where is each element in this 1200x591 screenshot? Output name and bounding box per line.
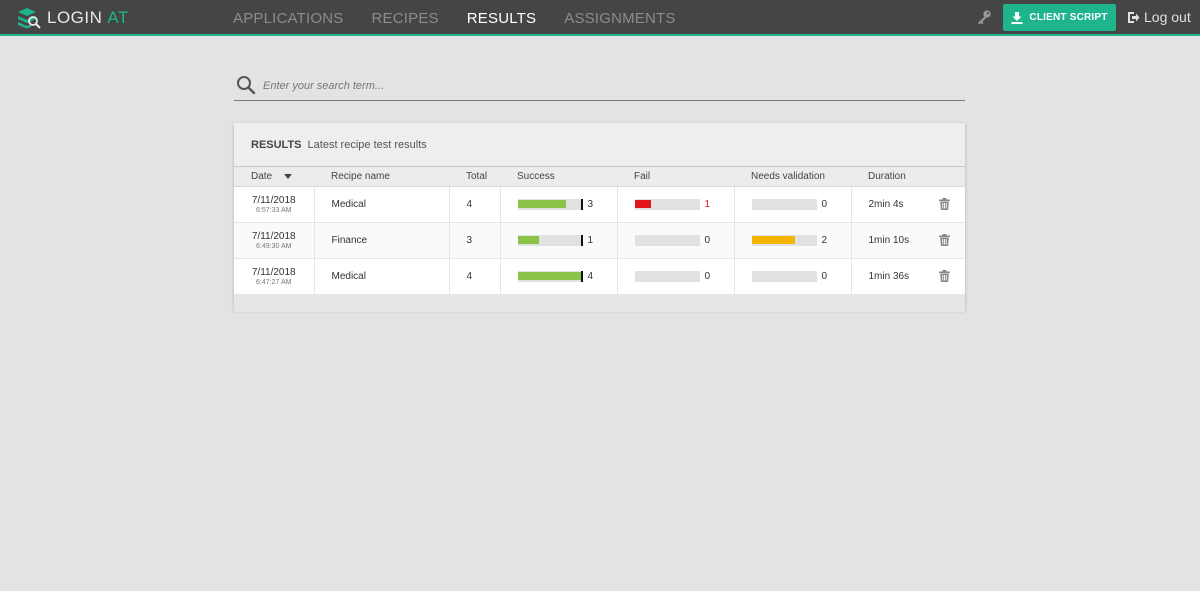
nav-recipes[interactable]: RECIPES [371,10,438,27]
success-bar [517,198,583,210]
needs-validation-bar [751,234,817,246]
needs-validation-count: 0 [821,198,828,210]
search-bar [234,73,965,101]
trash-icon [938,270,950,282]
column-header-date[interactable]: Date [234,167,314,187]
results-subtitle: Latest recipe test results [307,138,427,151]
logo-icon [18,8,41,29]
column-header-fail[interactable]: Fail [617,167,734,187]
total-count: 4 [449,186,501,223]
delete-button[interactable] [923,234,965,246]
logo-text: LOGIN [47,8,103,27]
recipe-name: Medical [314,258,450,295]
table-row[interactable]: 7/11/2018 6:49:30 AM Finance 3 1 0 2 1mi… [234,222,965,259]
fail-bar-fill [634,199,651,208]
nav-assignments[interactable]: ASSIGNMENTS [564,10,675,27]
search-input[interactable] [263,76,953,96]
success-bar-marker [580,270,583,282]
logout-button[interactable]: Log out [1127,9,1191,25]
recipe-name: Finance [314,222,450,259]
sort-desc-icon [284,173,293,179]
result-date: 7/11/2018 [251,230,296,242]
total-count: 4 [449,258,501,295]
logo-text-accent: AT [107,8,129,27]
client-script-button[interactable]: CLIENT SCRIPT [1003,4,1116,31]
fail-bar [634,198,700,210]
column-header-recipe[interactable]: Recipe name [314,167,449,187]
result-time: 6:57:33 AM [256,206,292,214]
trash-icon [938,198,950,210]
success-bar-fill [517,199,567,208]
success-bar-marker [580,198,583,210]
column-header-success[interactable]: Success [500,167,617,187]
date-header-label: Date [251,170,273,182]
key-icon[interactable] [976,9,992,25]
results-card-header: RESULTS Latest recipe test results [234,123,965,167]
success-bar-marker [580,234,583,246]
column-header-needs-validation[interactable]: Needs validation [734,167,851,187]
success-count: 1 [587,234,594,246]
success-bar-fill [517,271,583,280]
duration: 1min 10s [851,222,923,259]
nav-applications[interactable]: APPLICATIONS [233,10,343,27]
results-card-footer [234,294,965,312]
needs-validation-count: 2 [821,234,828,246]
column-header-actions [923,167,965,187]
delete-button[interactable] [923,198,965,210]
logo[interactable]: LOGIN AT [17,7,129,29]
fail-count: 0 [704,270,711,282]
success-bar [517,234,583,246]
result-date: 7/11/2018 [251,194,296,206]
date-cell: 7/11/2018 6:57:33 AM [234,186,315,223]
table-row[interactable]: 7/11/2018 6:47:27 AM Medical 4 4 0 0 1mi… [234,258,965,295]
column-header-duration[interactable]: Duration [851,167,923,187]
success-bar-fill [517,235,539,244]
success-bar [517,270,583,282]
results-card: RESULTS Latest recipe test results Date … [234,123,965,312]
table-header-row: Date Recipe name Total Success Fail Need… [234,167,965,187]
needs-validation-bar [751,270,817,282]
table-row[interactable]: 7/11/2018 6:57:33 AM Medical 4 3 1 0 2mi… [234,186,965,223]
recipe-name: Medical [314,186,450,223]
logout-icon [1128,11,1140,23]
main-nav: APPLICATIONS RECIPES RESULTS ASSIGNMENTS [233,0,704,36]
duration: 2min 4s [851,186,923,223]
result-date: 7/11/2018 [251,266,296,278]
nav-results[interactable]: RESULTS [467,10,536,27]
result-time: 6:47:27 AM [256,278,292,286]
download-icon [1011,11,1023,24]
logout-label: Log out [1144,9,1191,25]
date-cell: 7/11/2018 6:49:30 AM [234,222,315,259]
success-count: 4 [587,270,594,282]
fail-count: 0 [704,234,711,246]
needs-validation-bar-fill [751,235,796,244]
fail-count: 1 [704,198,711,210]
trash-icon [938,234,950,246]
delete-button[interactable] [923,270,965,282]
column-header-total[interactable]: Total [449,167,500,187]
needs-validation-bar [751,198,817,210]
needs-validation-count: 0 [821,270,828,282]
total-count: 3 [449,222,501,259]
duration: 1min 36s [851,258,923,295]
fail-bar [634,234,700,246]
client-script-label: CLIENT SCRIPT [1029,12,1108,23]
fail-bar [634,270,700,282]
results-title: RESULTS [251,138,302,151]
results-table: Date Recipe name Total Success Fail Need… [234,167,965,295]
success-count: 3 [587,198,594,210]
search-icon [237,76,256,95]
top-navbar: LOGIN AT APPLICATIONS RECIPES RESULTS ASS… [0,0,1200,36]
date-cell: 7/11/2018 6:47:27 AM [234,258,315,295]
result-time: 6:49:30 AM [256,242,292,250]
